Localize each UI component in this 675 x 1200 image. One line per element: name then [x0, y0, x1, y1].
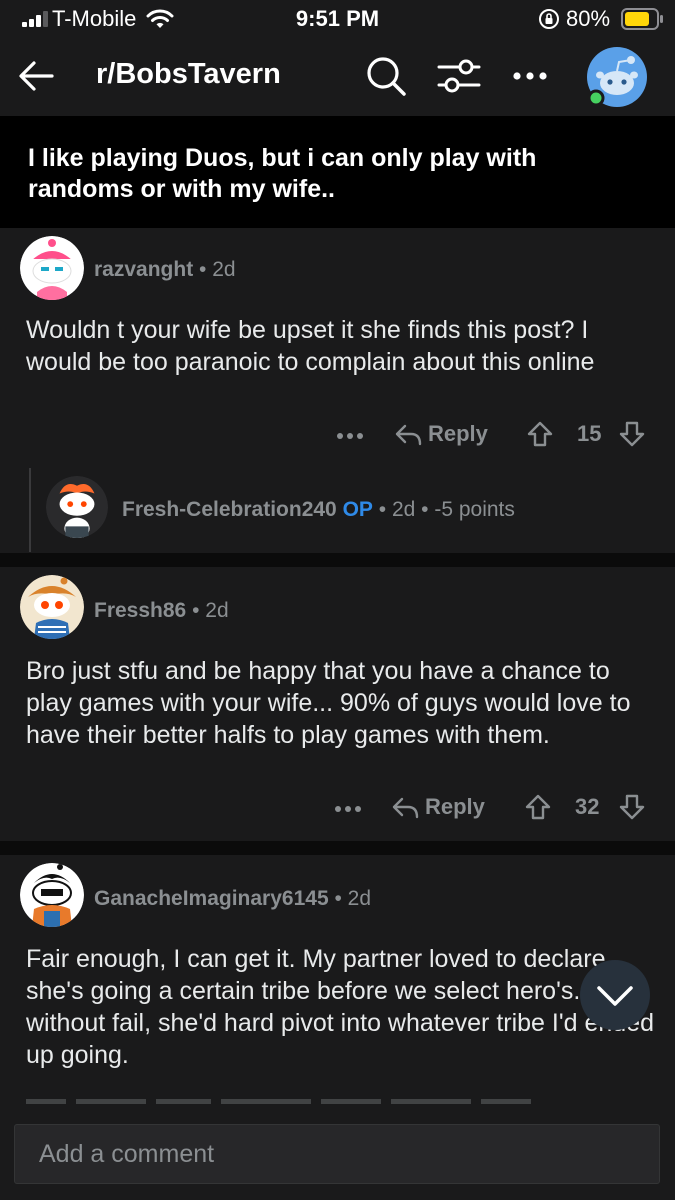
comment-username-row: Fressh86 • 2d [94, 599, 229, 623]
status-bar: T-Mobile 9:51 PM 80% [0, 0, 675, 40]
orientation-lock-icon [539, 9, 559, 29]
comment-separator [0, 841, 675, 855]
user-avatar[interactable] [46, 476, 108, 538]
fade-overflow [26, 1094, 646, 1104]
upvote-icon[interactable] [526, 420, 554, 448]
reply-label: Reply [425, 794, 485, 819]
comment-username-row: razvanght • 2d [94, 258, 236, 282]
filter-icon[interactable] [436, 54, 482, 98]
comment-username[interactable]: Fressh86 [94, 599, 186, 622]
search-icon[interactable] [364, 54, 408, 98]
more-options-icon[interactable] [334, 804, 362, 814]
reply-button[interactable]: Reply [391, 792, 491, 826]
comment-body: Bro just stfu and be happy that you have… [26, 657, 631, 749]
op-badge: OP [342, 498, 373, 521]
add-comment-input[interactable] [14, 1124, 660, 1184]
scroll-down-button[interactable] [580, 960, 650, 1030]
comment-body: Fair enough, I can get it. My partner lo… [26, 945, 654, 1069]
upvote-icon[interactable] [524, 793, 552, 821]
user-avatar[interactable] [20, 863, 84, 927]
comment-age: • 2d [199, 258, 236, 281]
comment-username[interactable]: GanacheImaginary6145 [94, 887, 329, 910]
back-icon[interactable] [14, 54, 58, 98]
avatar[interactable] [586, 46, 648, 108]
downvote-icon[interactable] [618, 420, 646, 448]
more-icon[interactable] [508, 58, 552, 94]
reply-button[interactable]: Reply [394, 419, 494, 453]
comment-body: Wouldn t your wife be upset it she finds… [26, 316, 595, 376]
battery-percent: 80% [566, 6, 611, 31]
comment-meta: • 2d • -5 points [378, 498, 515, 521]
comment: Fressh86 • 2d Bro just stfu and be happy… [0, 567, 675, 841]
reply-icon [392, 797, 419, 819]
post-title-bar: I like playing Duos, but i can only play… [0, 116, 675, 228]
app-header: r/BobsTavern [0, 40, 675, 116]
add-comment-bar [0, 1108, 675, 1200]
online-status-dot [587, 89, 605, 107]
comment: GanacheImaginary6145 • 2d Fair enough, I… [0, 855, 675, 1108]
downvote-icon[interactable] [618, 793, 646, 821]
comment-separator [0, 553, 675, 567]
comment: razvanght • 2d Wouldn t your wife be ups… [0, 228, 675, 553]
comment-username[interactable]: razvanght [94, 258, 193, 281]
collapsed-reply[interactable]: Fresh-Celebration240 OP • 2d • -5 points [0, 468, 675, 552]
reply-label: Reply [428, 421, 488, 446]
subreddit-title[interactable]: r/BobsTavern [96, 58, 281, 91]
comment-age: • 2d [192, 599, 229, 622]
more-options-icon[interactable] [336, 431, 364, 441]
comment-actions: Reply 15 [0, 416, 675, 456]
comment-actions: Reply 32 [0, 789, 675, 829]
vote-count: 32 [575, 794, 600, 819]
comment-username-row: Fresh-Celebration240 OP • 2d • -5 points [122, 498, 515, 522]
user-avatar[interactable] [20, 575, 84, 639]
battery-icon [621, 8, 663, 30]
user-avatar[interactable] [20, 236, 84, 300]
comment-username-row: GanacheImaginary6145 • 2d [94, 887, 371, 911]
comment-username[interactable]: Fresh-Celebration240 [122, 498, 337, 521]
post-title[interactable]: I like playing Duos, but i can only play… [28, 143, 648, 205]
reply-icon [395, 424, 422, 446]
comment-age: • 2d [334, 887, 372, 910]
vote-count: 15 [577, 421, 602, 446]
chevron-down-icon [597, 986, 633, 1006]
